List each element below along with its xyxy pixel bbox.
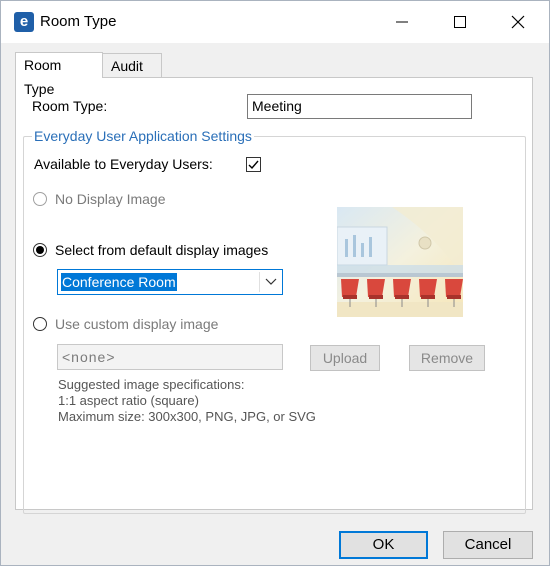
- close-icon: [511, 15, 525, 29]
- dropdown-separator: [259, 272, 260, 292]
- maximize-button[interactable]: [431, 1, 489, 43]
- close-button[interactable]: [489, 1, 547, 43]
- custom-image-path-field: <none>: [57, 344, 283, 370]
- app-logo-icon: e: [14, 12, 34, 32]
- spec-aspect-ratio: 1:1 aspect ratio (square): [58, 393, 199, 408]
- spec-heading: Suggested image specifications:: [58, 377, 245, 392]
- room-type-dialog: e Room Type Room Type Audit Room Type: M…: [0, 0, 550, 566]
- custom-image-radio[interactable]: [33, 317, 47, 331]
- remove-button[interactable]: Remove: [409, 345, 485, 371]
- group-title: Everyday User Application Settings: [32, 128, 254, 144]
- tab-audit[interactable]: Audit: [102, 53, 162, 77]
- minimize-button[interactable]: [373, 1, 431, 43]
- ok-button[interactable]: OK: [339, 531, 428, 559]
- window-title: Room Type: [40, 13, 117, 30]
- no-display-radio[interactable]: [33, 192, 47, 206]
- minimize-icon: [396, 21, 408, 23]
- available-checkbox[interactable]: [246, 157, 261, 172]
- conference-room-illustration: [337, 207, 463, 317]
- chevron-down-icon: [265, 278, 277, 285]
- upload-button[interactable]: Upload: [310, 345, 380, 371]
- conference-room-preview-image: [337, 207, 463, 317]
- dropdown-selected-value: Conference Room: [61, 273, 177, 291]
- select-default-label: Select from default display images: [55, 242, 269, 258]
- cancel-button[interactable]: Cancel: [443, 531, 533, 559]
- available-label: Available to Everyday Users:: [34, 156, 213, 172]
- checkmark-icon: [248, 160, 259, 170]
- custom-image-label: Use custom display image: [55, 316, 219, 332]
- title-bar: e Room Type: [1, 1, 549, 43]
- spec-max-size: Maximum size: 300x300, PNG, JPG, or SVG: [58, 409, 316, 424]
- radio-selected-dot: [36, 246, 44, 254]
- no-display-label: No Display Image: [55, 191, 166, 207]
- maximize-icon: [454, 16, 466, 28]
- default-image-dropdown[interactable]: Conference Room: [57, 269, 283, 295]
- tab-room-type[interactable]: Room Type: [15, 52, 103, 97]
- room-type-input[interactable]: Meeting: [247, 94, 472, 119]
- select-default-radio[interactable]: [33, 243, 47, 257]
